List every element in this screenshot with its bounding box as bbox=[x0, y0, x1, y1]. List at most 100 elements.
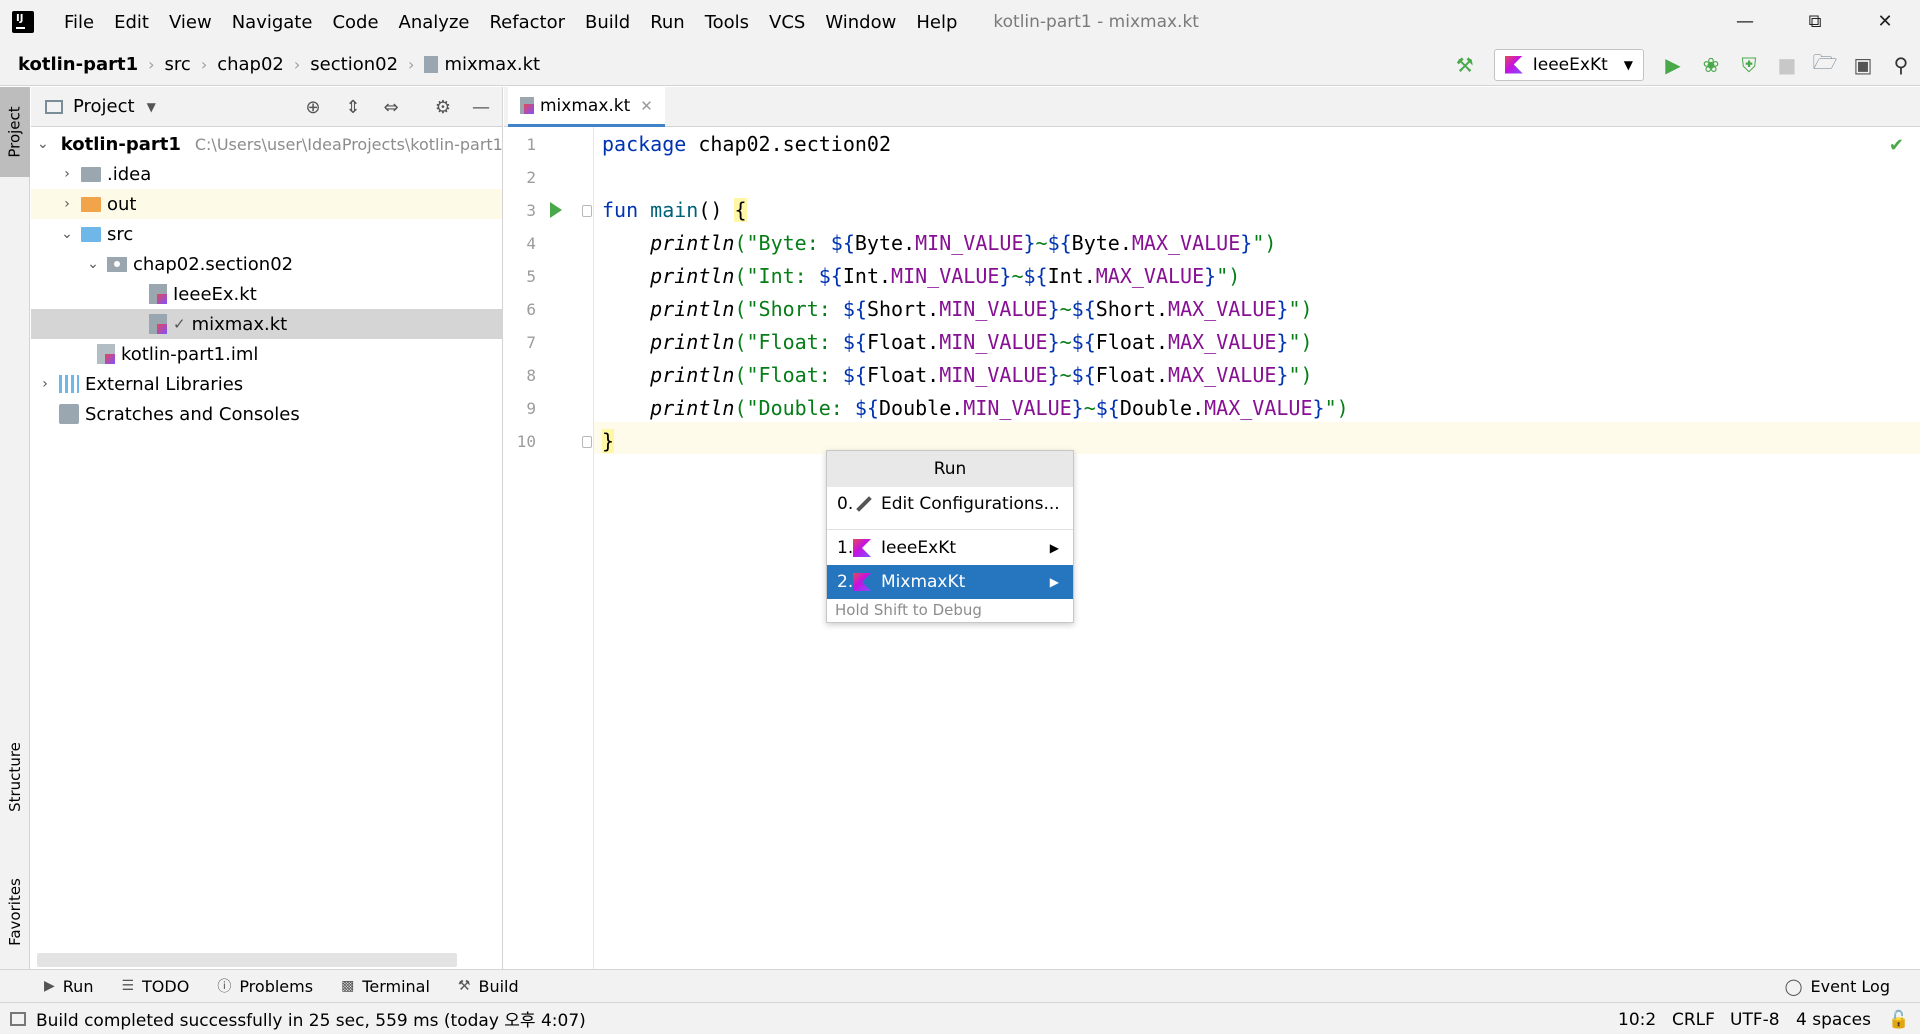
close-icon[interactable]: ✕ bbox=[1850, 0, 1920, 43]
project-structure-icon[interactable]: 🗁 bbox=[1806, 46, 1844, 84]
tool-problems[interactable]: ⓘ Problems bbox=[203, 976, 327, 996]
gear-icon[interactable]: ⚙ bbox=[431, 95, 455, 119]
breadcrumb-file[interactable]: mixmax.kt bbox=[420, 54, 544, 75]
menu-refactor[interactable]: Refactor bbox=[479, 0, 575, 43]
chevron-down-icon[interactable]: ⌄ bbox=[85, 256, 101, 272]
inspection-ok-icon[interactable]: ✔ bbox=[1889, 135, 1904, 156]
build-hammer-icon[interactable]: ⚒ bbox=[1446, 46, 1484, 84]
code-editor[interactable]: 1 2 3 4 5 6 7 8 9 10 package chap02.sect… bbox=[504, 127, 1920, 969]
breadcrumb-chap02[interactable]: chap02 bbox=[213, 54, 288, 75]
tool-build[interactable]: ⚒ Build bbox=[444, 977, 533, 996]
popup-item-mixmaxkt[interactable]: 2. MixmaxKt ▶ bbox=[827, 565, 1073, 599]
tree-item-package[interactable]: ⌄ chap02.section02 bbox=[31, 249, 502, 279]
tree-item-src[interactable]: ⌄ src bbox=[31, 219, 502, 249]
tree-item-ieeeex[interactable]: IeeeEx.kt bbox=[31, 279, 502, 309]
debug-bug-icon[interactable]: ❀ bbox=[1692, 46, 1730, 84]
code-string: ("Double: ${ bbox=[734, 396, 879, 420]
menu-tools[interactable]: Tools bbox=[695, 0, 759, 43]
dropdown-arrow-icon[interactable]: ▼ bbox=[147, 100, 156, 114]
file-encoding[interactable]: UTF-8 bbox=[1730, 1003, 1780, 1034]
horizontal-scrollbar[interactable] bbox=[37, 953, 457, 967]
stop-icon[interactable]: ■ bbox=[1768, 46, 1806, 84]
code-constant: MIN_VALUE bbox=[939, 297, 1048, 321]
breadcrumb-project[interactable]: kotlin-part1 bbox=[14, 54, 142, 75]
restore-icon[interactable]: ⧉ bbox=[1780, 0, 1850, 43]
chevron-down-icon[interactable]: ⌄ bbox=[59, 226, 75, 242]
tool-run[interactable]: ▶ Run bbox=[30, 977, 107, 996]
tool-todo[interactable]: ☰ TODO bbox=[107, 977, 203, 996]
fold-icon[interactable] bbox=[582, 436, 592, 448]
menu-analyze[interactable]: Analyze bbox=[389, 0, 480, 43]
menu-vcs[interactable]: VCS bbox=[759, 0, 815, 43]
menu-build[interactable]: Build bbox=[575, 0, 640, 43]
breadcrumb-section02[interactable]: section02 bbox=[306, 54, 402, 75]
tab-structure[interactable]: Structure bbox=[0, 727, 30, 827]
menu-window[interactable]: Window bbox=[815, 0, 906, 43]
tree-item-idea[interactable]: › .idea bbox=[31, 159, 502, 189]
tree-item-external-libraries[interactable]: › External Libraries bbox=[31, 369, 502, 399]
excluded-folder-icon bbox=[81, 196, 101, 212]
code-type: Short bbox=[1095, 297, 1156, 321]
run-config-selector[interactable]: IeeeExKt ▼ bbox=[1493, 48, 1644, 81]
menu-navigate[interactable]: Navigate bbox=[222, 0, 323, 43]
terminal-window-icon[interactable]: ▣ bbox=[1844, 46, 1882, 84]
tree-item-iml[interactable]: kotlin-part1.iml bbox=[31, 339, 502, 369]
fold-icon[interactable] bbox=[582, 205, 592, 217]
tree-item-label: chap02.section02 bbox=[133, 253, 294, 275]
menu-view[interactable]: View bbox=[159, 0, 222, 43]
hide-panel-icon[interactable]: — bbox=[469, 95, 493, 119]
chevron-right-icon[interactable]: › bbox=[59, 196, 75, 212]
toggle-tool-windows-icon[interactable] bbox=[10, 1011, 26, 1026]
collapse-all-icon[interactable]: ⇔ bbox=[379, 95, 403, 119]
menu-code[interactable]: Code bbox=[322, 0, 388, 43]
popup-item-ieeeexkt[interactable]: 1. IeeeExKt ▶ bbox=[827, 531, 1073, 565]
coverage-icon[interactable]: ⛨ bbox=[1730, 46, 1768, 84]
run-gutter-icon[interactable] bbox=[550, 202, 562, 218]
line-separator[interactable]: CRLF bbox=[1672, 1003, 1715, 1034]
status-message[interactable]: Build completed successfully in 25 sec, … bbox=[36, 1006, 586, 1031]
tab-favorites[interactable]: Favorites bbox=[0, 857, 30, 967]
minimize-icon[interactable]: — bbox=[1710, 0, 1780, 43]
kotlin-file-icon bbox=[149, 284, 167, 304]
lock-icon[interactable]: 🔓 bbox=[1888, 1003, 1909, 1034]
check-icon: ✓ bbox=[173, 315, 186, 333]
tree-item-scratches[interactable]: Scratches and Consoles bbox=[31, 399, 502, 429]
locate-icon[interactable]: ⊕ bbox=[301, 95, 325, 119]
tab-mixmax-kt[interactable]: mixmax.kt ✕ bbox=[508, 87, 665, 127]
caret-position[interactable]: 10:2 bbox=[1618, 1003, 1656, 1034]
tree-item-out[interactable]: › out bbox=[31, 189, 502, 219]
search-icon[interactable]: ⚲ bbox=[1882, 46, 1920, 84]
indent-setting[interactable]: 4 spaces bbox=[1796, 1003, 1871, 1034]
breadcrumb-src[interactable]: src bbox=[161, 54, 195, 75]
line-number: 4 bbox=[526, 234, 536, 253]
code-line-6: println("Short: ${Short.MIN_VALUE}~${Sho… bbox=[602, 295, 1312, 323]
close-tab-icon[interactable]: ✕ bbox=[640, 97, 653, 115]
chevron-down-icon[interactable]: ⌄ bbox=[37, 136, 49, 152]
menu-file[interactable]: File bbox=[54, 0, 104, 43]
menu-edit[interactable]: Edit bbox=[104, 0, 159, 43]
project-view-selector[interactable]: Project bbox=[73, 96, 135, 117]
pencil-icon bbox=[853, 494, 873, 514]
chevron-right-icon[interactable]: › bbox=[59, 166, 75, 182]
popup-item-label: IeeeExKt bbox=[881, 538, 957, 558]
popup-item-edit-configurations[interactable]: 0. Edit Configurations... bbox=[827, 487, 1073, 521]
tree-item-mixmax[interactable]: ✓ mixmax.kt bbox=[31, 309, 502, 339]
line-number: 2 bbox=[526, 168, 536, 187]
run-icon[interactable]: ▶ bbox=[1654, 46, 1692, 84]
tool-terminal[interactable]: ▩ Terminal bbox=[327, 977, 444, 996]
code-type: Int bbox=[1047, 264, 1084, 288]
menu-help[interactable]: Help bbox=[906, 0, 967, 43]
code-keyword: fun bbox=[602, 198, 639, 222]
tab-project[interactable]: Project bbox=[0, 87, 30, 177]
chevron-right-icon[interactable]: › bbox=[37, 376, 53, 392]
tree-item-project-root[interactable]: ⌄ kotlin-part1 C:\Users\user\IdeaProject… bbox=[31, 129, 502, 159]
left-tool-strip: Project Structure Favorites bbox=[0, 87, 30, 969]
line-number: 7 bbox=[526, 333, 536, 352]
expand-all-icon[interactable]: ⇕ bbox=[341, 95, 365, 119]
menu-run[interactable]: Run bbox=[640, 0, 695, 43]
tool-event-log[interactable]: ◯ Event Log bbox=[1785, 970, 1890, 1003]
popup-divider bbox=[827, 529, 1073, 530]
line-number: 1 bbox=[526, 135, 536, 154]
navigation-bar: kotlin-part1 › src › chap02 › section02 … bbox=[0, 43, 1920, 86]
line-number: 9 bbox=[526, 399, 536, 418]
